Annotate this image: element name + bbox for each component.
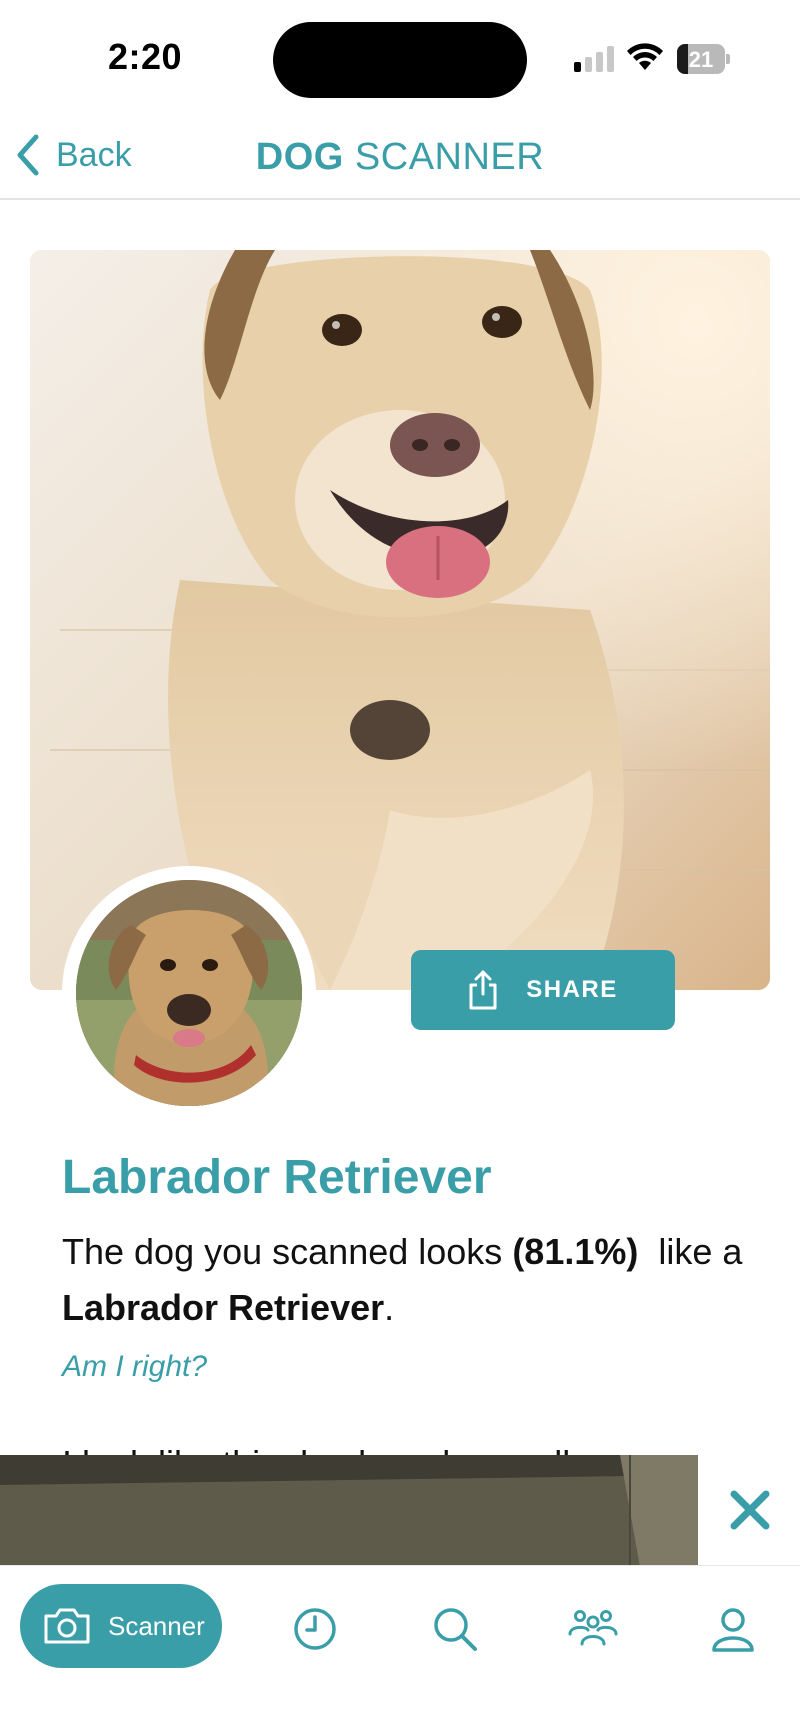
share-button[interactable]: SHARE: [411, 950, 675, 1030]
navigation-bar: Back DOG SCANNER: [0, 118, 800, 200]
result-text-before: The dog you scanned looks: [62, 1231, 513, 1272]
title-rest: SCANNER: [343, 136, 545, 178]
status-bar: 2:20 21: [0, 0, 800, 118]
cut-off-text: I look like this dog breed as well: Labr…: [62, 1436, 642, 1456]
user-dog-thumbnail: [76, 880, 302, 1106]
breed-inline: Labrador Retriever: [62, 1287, 385, 1328]
battery-icon: 21: [677, 44, 730, 74]
battery-level: 21: [688, 47, 714, 72]
tab-scanner-label: Scanner: [108, 1610, 205, 1641]
cellular-signal-icon: [574, 46, 618, 72]
camera-icon: [44, 1608, 90, 1644]
title-bold: DOG: [255, 136, 344, 178]
breed-title: Labrador Retriever: [62, 1151, 492, 1204]
history-icon[interactable]: [290, 1604, 340, 1654]
search-icon[interactable]: [430, 1604, 480, 1654]
ad-banner[interactable]: [0, 1455, 698, 1567]
tab-bar: Scanner: [0, 1565, 800, 1734]
page-title: DOG SCANNER: [0, 136, 800, 179]
confidence-value: (81.1%): [512, 1231, 639, 1272]
profile-icon[interactable]: [708, 1604, 758, 1654]
result-text-after: .: [384, 1287, 395, 1328]
share-icon: [469, 970, 497, 1010]
result-description: The dog you scanned looks (81.1%) like a…: [62, 1224, 752, 1336]
feedback-question[interactable]: Am I right?: [62, 1350, 207, 1384]
close-icon: [730, 1490, 770, 1530]
close-ad-button[interactable]: [720, 1480, 780, 1540]
wifi-icon: [627, 43, 663, 70]
community-icon[interactable]: [568, 1604, 618, 1654]
status-time: 2:20: [108, 36, 183, 77]
tab-scanner[interactable]: Scanner: [20, 1584, 222, 1668]
share-label: SHARE: [526, 976, 618, 1003]
result-text-middle: like a: [638, 1231, 753, 1272]
dynamic-island: [273, 22, 527, 98]
